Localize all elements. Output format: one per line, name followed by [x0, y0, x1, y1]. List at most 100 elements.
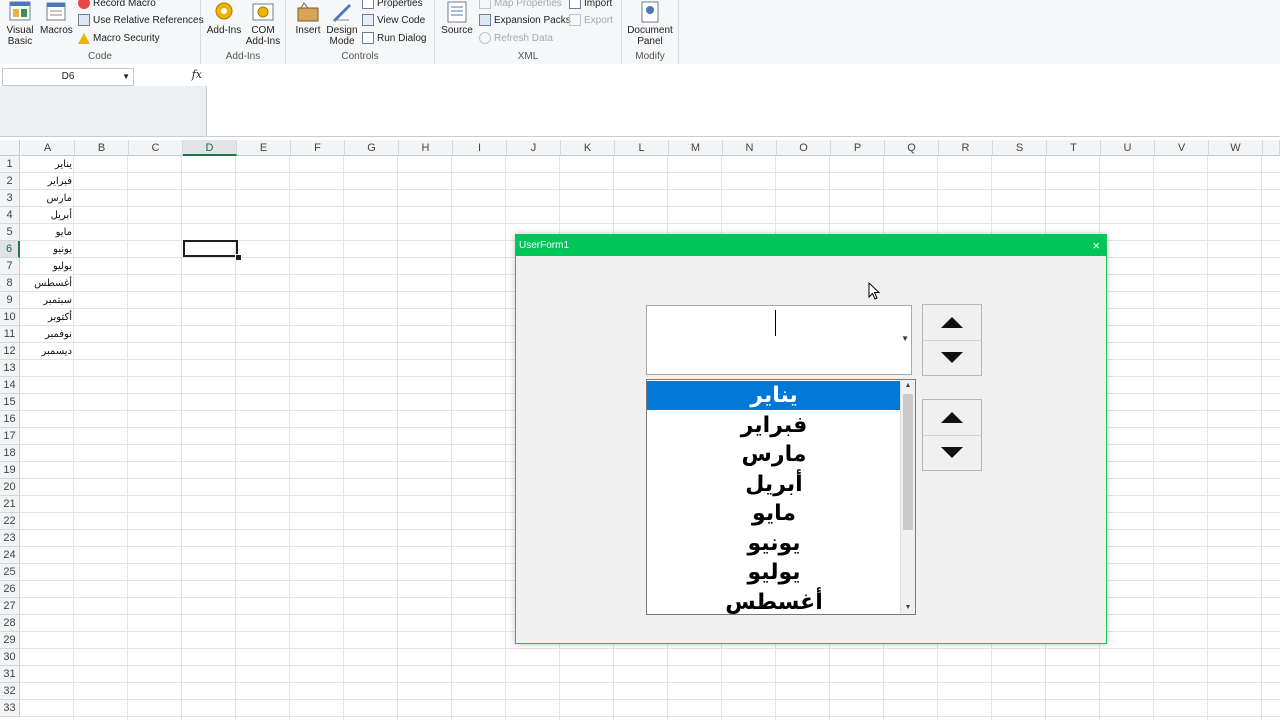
row-header[interactable]: 5 — [0, 224, 20, 241]
month-combobox[interactable]: ▼ — [646, 305, 912, 376]
record-macro-button[interactable]: Record Macro — [78, 0, 156, 12]
cell-a-value[interactable]: أغسطس — [20, 275, 74, 292]
row-header[interactable]: 28 — [0, 615, 20, 632]
row-header[interactable]: 1 — [0, 156, 20, 173]
row-header[interactable]: 4 — [0, 207, 20, 224]
export-button[interactable]: Export — [569, 13, 613, 29]
fill-handle[interactable] — [235, 254, 242, 261]
month-listbox[interactable]: يناير فبراير مارس أبريل مايو يونيو يوليو أغسطس … — [646, 379, 916, 615]
chevron-down-icon[interactable]: ▼ — [122, 69, 130, 85]
chevron-down-icon[interactable]: ▼ — [901, 334, 909, 343]
listbox-item[interactable]: فبراير — [647, 411, 901, 440]
column-header-c[interactable]: C — [129, 140, 183, 156]
run-dialog-button[interactable]: Run Dialog — [362, 31, 426, 47]
spin-button-bottom[interactable] — [922, 399, 982, 471]
row-header[interactable]: 12 — [0, 343, 20, 360]
spin-down-button[interactable] — [923, 435, 981, 470]
name-box[interactable]: D6 ▼ — [2, 68, 134, 86]
listbox-item[interactable]: مارس — [647, 440, 901, 469]
cell-a-value[interactable]: يناير — [20, 156, 74, 173]
cell-a-value[interactable]: أبريل — [20, 207, 74, 224]
macro-security-button[interactable]: Macro Security — [78, 31, 160, 47]
row-header[interactable]: 29 — [0, 632, 20, 649]
row-header[interactable]: 16 — [0, 411, 20, 428]
row-header[interactable]: 10 — [0, 309, 20, 326]
row-header[interactable]: 19 — [0, 462, 20, 479]
column-header-j[interactable]: J — [507, 140, 561, 156]
row-header[interactable]: 18 — [0, 445, 20, 462]
design-mode-button[interactable]: Design Mode — [324, 0, 360, 47]
insert-function-icon[interactable]: fx — [192, 68, 202, 81]
import-button[interactable]: Import — [569, 0, 612, 12]
row-header[interactable]: 31 — [0, 666, 20, 683]
cell-a-value[interactable]: فبراير — [20, 173, 74, 190]
row-header[interactable]: 6 — [0, 241, 20, 258]
cell-a-value[interactable]: أكتوبر — [20, 309, 74, 326]
column-header-f[interactable]: F — [291, 140, 345, 156]
column-header-k[interactable]: K — [561, 140, 615, 156]
column-header-h[interactable]: H — [399, 140, 453, 156]
listbox-item[interactable]: يونيو — [647, 529, 901, 558]
column-header-m[interactable]: M — [669, 140, 723, 156]
cell-a-value[interactable]: يوليو — [20, 258, 74, 275]
column-header-a[interactable]: A — [21, 140, 75, 156]
cell-a-value[interactable]: نوفمبر — [20, 326, 74, 343]
row-header[interactable]: 3 — [0, 190, 20, 207]
row-header[interactable]: 26 — [0, 581, 20, 598]
column-header-v[interactable]: V — [1155, 140, 1209, 156]
cell-a-value[interactable]: سبتمبر — [20, 292, 74, 309]
row-header[interactable]: 25 — [0, 564, 20, 581]
column-header-l[interactable]: L — [615, 140, 669, 156]
spin-up-button[interactable] — [923, 400, 981, 436]
row-header[interactable]: 27 — [0, 598, 20, 615]
row-header[interactable]: 17 — [0, 428, 20, 445]
spin-button-top[interactable] — [922, 304, 982, 376]
close-icon[interactable]: × — [1092, 235, 1100, 256]
expansion-packs-button[interactable]: Expansion Packs — [479, 13, 571, 29]
listbox-scrollbar[interactable]: ▲ ▼ — [900, 380, 915, 614]
column-header-i[interactable]: I — [453, 140, 507, 156]
cell-a-value[interactable]: مارس — [20, 190, 74, 207]
select-all-corner[interactable] — [0, 140, 20, 156]
scroll-up-icon[interactable]: ▲ — [901, 380, 915, 392]
row-header[interactable]: 23 — [0, 530, 20, 547]
cell-a-value[interactable]: ديسمبر — [20, 343, 74, 360]
column-header-d[interactable]: D — [183, 140, 237, 156]
spin-down-button[interactable] — [923, 340, 981, 375]
view-code-button[interactable]: View Code — [362, 13, 425, 29]
map-properties-button[interactable]: Map Properties — [479, 0, 562, 12]
column-header-n[interactable]: N — [723, 140, 777, 156]
row-header[interactable]: 20 — [0, 479, 20, 496]
row-header[interactable]: 13 — [0, 360, 20, 377]
combobox-input[interactable] — [647, 306, 901, 376]
row-header[interactable]: 2 — [0, 173, 20, 190]
row-header[interactable]: 24 — [0, 547, 20, 564]
listbox-item[interactable]: يناير — [647, 381, 901, 410]
add-ins-button[interactable]: Add-Ins — [205, 0, 243, 36]
column-header-g[interactable]: G — [345, 140, 399, 156]
listbox-item[interactable]: أبريل — [647, 470, 901, 499]
properties-button[interactable]: Properties — [362, 0, 423, 12]
row-header[interactable]: 30 — [0, 649, 20, 666]
insert-control-button[interactable]: Insert — [290, 0, 326, 36]
cell-a-value[interactable]: مايو — [20, 224, 74, 241]
scroll-down-icon[interactable]: ▼ — [901, 602, 915, 614]
row-header[interactable]: 9 — [0, 292, 20, 309]
column-header-t[interactable]: T — [1047, 140, 1101, 156]
row-header[interactable]: 14 — [0, 377, 20, 394]
macros-button[interactable]: Macros — [40, 0, 73, 36]
column-header-u[interactable]: U — [1101, 140, 1155, 156]
row-header[interactable]: 15 — [0, 394, 20, 411]
document-panel-button[interactable]: Document Panel — [626, 0, 674, 47]
row-header[interactable]: 32 — [0, 683, 20, 700]
column-header-s[interactable]: S — [993, 140, 1047, 156]
column-header-r[interactable]: R — [939, 140, 993, 156]
listbox-item[interactable]: يوليو — [647, 558, 901, 587]
cell-a-value[interactable]: يونيو — [20, 241, 74, 258]
row-header[interactable]: 7 — [0, 258, 20, 275]
formula-input[interactable] — [207, 64, 1280, 136]
use-relative-references-button[interactable]: Use Relative References — [78, 13, 204, 29]
row-header[interactable]: 21 — [0, 496, 20, 513]
refresh-data-button[interactable]: Refresh Data — [479, 31, 553, 47]
row-header[interactable]: 22 — [0, 513, 20, 530]
